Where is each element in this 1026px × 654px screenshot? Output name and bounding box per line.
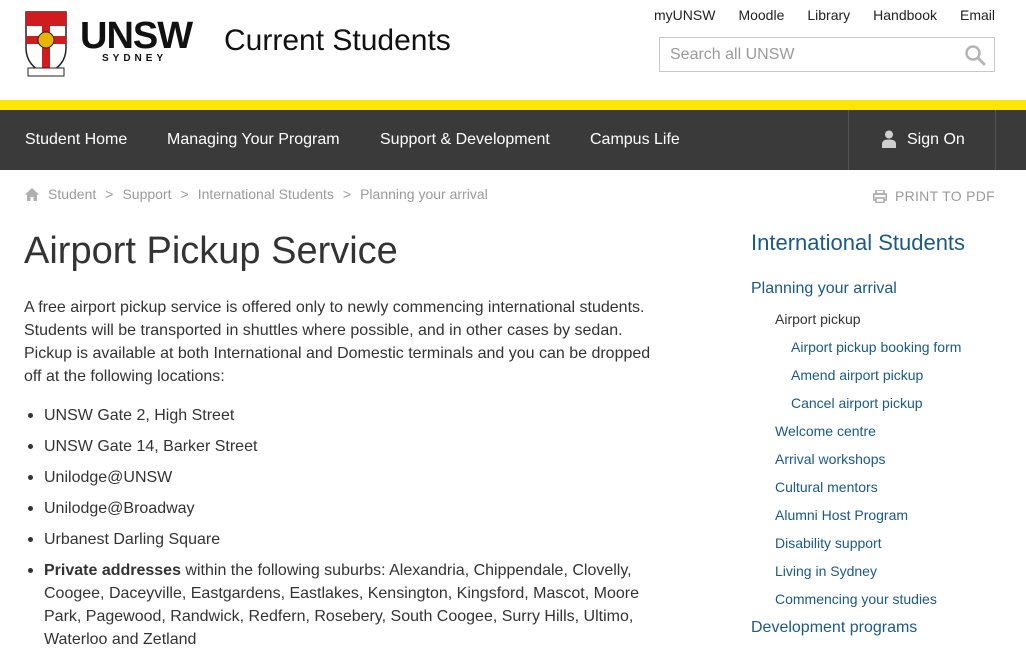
util-link-handbook[interactable]: Handbook: [873, 7, 937, 23]
sidebar-item-commencing-studies[interactable]: Commencing your studies: [775, 591, 937, 607]
location-list: UNSW Gate 2, High Street UNSW Gate 14, B…: [24, 404, 664, 654]
list-item: Urbanest Darling Square: [24, 528, 664, 551]
user-icon: [882, 130, 896, 148]
intro-paragraph: A free airport pickup service is offered…: [24, 299, 651, 385]
site-title[interactable]: Current Students: [224, 24, 451, 58]
nav-campus-life[interactable]: Campus Life: [590, 110, 680, 170]
breadcrumb-international-students[interactable]: International Students: [198, 186, 334, 202]
search-icon[interactable]: [964, 44, 986, 66]
sidebar-item-welcome-centre[interactable]: Welcome centre: [775, 423, 876, 439]
sidebar-item-arrival-workshops[interactable]: Arrival workshops: [775, 451, 885, 467]
nav-student-home[interactable]: Student Home: [25, 110, 127, 170]
util-link-email[interactable]: Email: [960, 7, 995, 23]
sidebar-item-disability-support[interactable]: Disability support: [775, 535, 882, 551]
list-item-private-addresses: Private addresses within the following s…: [24, 559, 664, 651]
site-header: UNSW SYDNEY Current Students myUNSW Mood…: [0, 0, 1026, 100]
accent-bar: [0, 100, 1026, 110]
sidebar-heading[interactable]: International Students: [751, 230, 965, 256]
print-to-pdf-button[interactable]: PRINT TO PDF: [872, 188, 995, 204]
private-addresses-label: Private addresses: [44, 562, 181, 579]
sidebar-section-planning[interactable]: Planning your arrival: [751, 280, 897, 298]
printer-icon: [872, 189, 887, 203]
sidebar-item-airport-pickup[interactable]: Airport pickup: [775, 311, 861, 327]
sidebar-section-development[interactable]: Development programs: [751, 619, 917, 637]
breadcrumb-separator: >: [105, 186, 114, 202]
list-item: UNSW Gate 2, High Street: [24, 404, 664, 427]
breadcrumb: Student > Support > International Studen…: [25, 186, 488, 202]
sidebar-item-living-in-sydney[interactable]: Living in Sydney: [775, 563, 877, 579]
sidebar-subitem-amend[interactable]: Amend airport pickup: [791, 367, 923, 383]
sign-on-button[interactable]: Sign On: [848, 110, 996, 170]
util-link-moodle[interactable]: Moodle: [738, 7, 784, 23]
breadcrumb-planning-your-arrival[interactable]: Planning your arrival: [360, 186, 488, 202]
sidebar-item-alumni-host[interactable]: Alumni Host Program: [775, 507, 908, 523]
print-label: PRINT TO PDF: [894, 188, 995, 204]
home-icon[interactable]: [25, 187, 39, 201]
search-box: [659, 37, 995, 72]
utility-links: myUNSW Moodle Library Handbook Email: [631, 7, 995, 23]
list-item: Unilodge@UNSW: [24, 466, 664, 489]
unsw-crest-logo[interactable]: [24, 10, 68, 78]
breadcrumb-separator: >: [342, 186, 352, 202]
list-item: UNSW Gate 14, Barker Street: [24, 435, 664, 458]
sidebar-subitem-cancel[interactable]: Cancel airport pickup: [791, 395, 923, 411]
nav-managing-your-program[interactable]: Managing Your Program: [167, 110, 340, 170]
wordmark-text: UNSW: [80, 15, 193, 57]
sidebar-subitem-booking-form[interactable]: Airport pickup booking form: [791, 339, 961, 355]
sign-on-label: Sign On: [907, 131, 965, 148]
util-link-library[interactable]: Library: [807, 7, 850, 23]
list-item: Unilodge@Broadway: [24, 497, 664, 520]
page-title: Airport Pickup Service: [24, 230, 398, 272]
breadcrumb-student[interactable]: Student: [48, 186, 96, 202]
nav-support-development[interactable]: Support & Development: [380, 110, 550, 170]
sidebar-item-cultural-mentors[interactable]: Cultural mentors: [775, 479, 878, 495]
main-nav: Student Home Managing Your Program Suppo…: [0, 110, 1026, 170]
util-link-myunsw[interactable]: myUNSW: [654, 7, 715, 23]
breadcrumb-support[interactable]: Support: [122, 186, 171, 202]
breadcrumb-separator: >: [180, 186, 189, 202]
unsw-wordmark[interactable]: UNSW SYDNEY: [80, 15, 193, 64]
search-input[interactable]: [670, 46, 960, 64]
